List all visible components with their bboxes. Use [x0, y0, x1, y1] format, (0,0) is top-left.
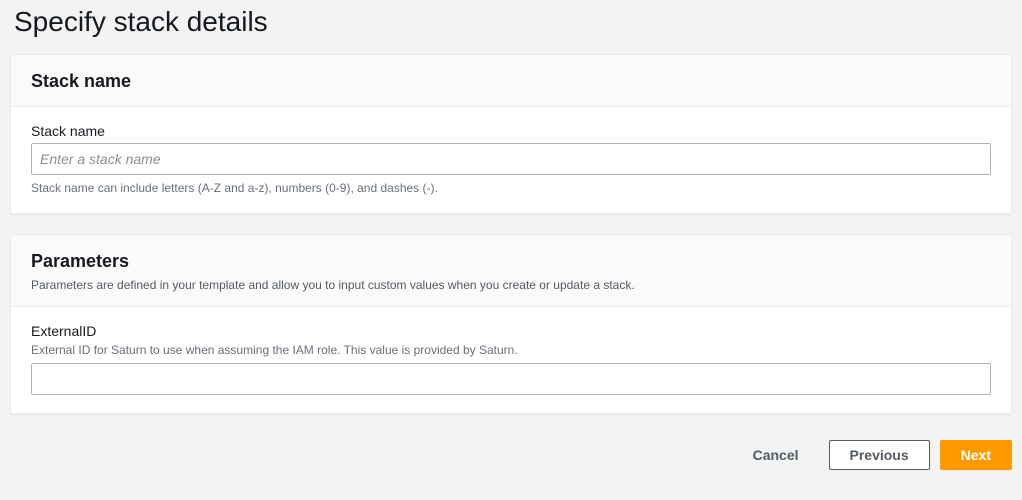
param-externalid-input[interactable] — [31, 363, 991, 395]
wizard-footer: Cancel Previous Next — [10, 434, 1012, 470]
stack-name-input[interactable] — [31, 143, 991, 175]
cancel-button[interactable]: Cancel — [733, 441, 819, 469]
previous-button[interactable]: Previous — [829, 440, 930, 470]
parameters-header: Parameters Parameters are defined in you… — [11, 235, 1011, 307]
stack-name-header: Stack name — [11, 55, 1011, 107]
next-button[interactable]: Next — [940, 440, 1012, 470]
stack-name-body: Stack name Stack name can include letter… — [11, 107, 1011, 213]
stack-name-section-title: Stack name — [31, 71, 991, 92]
parameters-section-desc: Parameters are defined in your template … — [31, 278, 991, 292]
parameters-section-title: Parameters — [31, 251, 991, 272]
page-title: Specify stack details — [10, 0, 1012, 54]
param-externalid-label: ExternalID — [31, 323, 991, 339]
parameters-panel: Parameters Parameters are defined in you… — [10, 234, 1012, 414]
stack-name-label: Stack name — [31, 123, 991, 139]
stack-name-panel: Stack name Stack name Stack name can inc… — [10, 54, 1012, 214]
parameters-body: ExternalID External ID for Saturn to use… — [11, 307, 1011, 413]
stack-name-hint: Stack name can include letters (A-Z and … — [31, 181, 991, 195]
param-externalid-desc: External ID for Saturn to use when assum… — [31, 343, 991, 357]
